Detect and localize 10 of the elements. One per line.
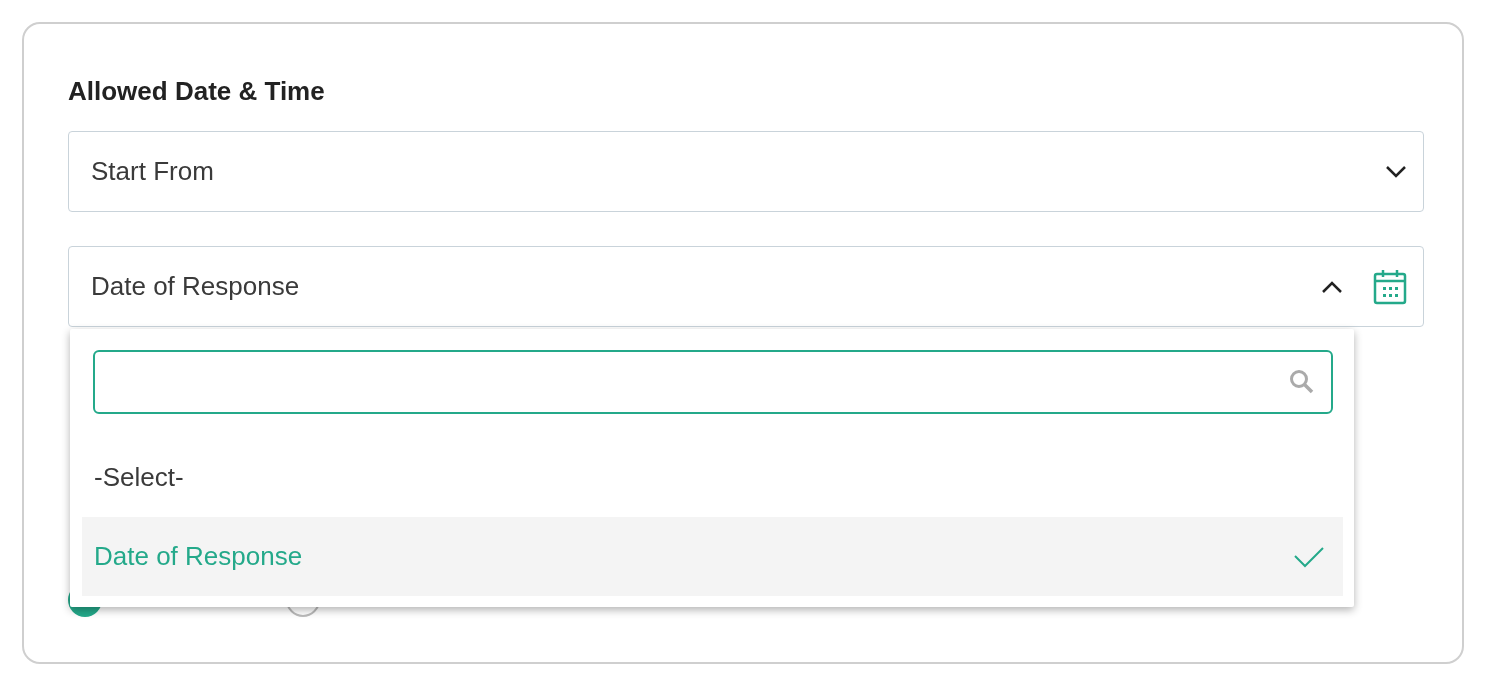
search-field[interactable] (93, 350, 1333, 414)
select-field[interactable]: Date of Response (68, 246, 1424, 327)
chevron-up-icon (1321, 279, 1343, 294)
search-icon (1289, 369, 1315, 395)
checkmark-icon (1293, 544, 1325, 569)
calendar-icon[interactable] (1373, 268, 1407, 305)
select-field[interactable]: Start From (68, 131, 1424, 212)
section-title: Allowed Date & Time (68, 75, 326, 107)
chevron-down-icon (1385, 164, 1407, 179)
dropdown-option[interactable]: -Select- (82, 437, 1343, 517)
